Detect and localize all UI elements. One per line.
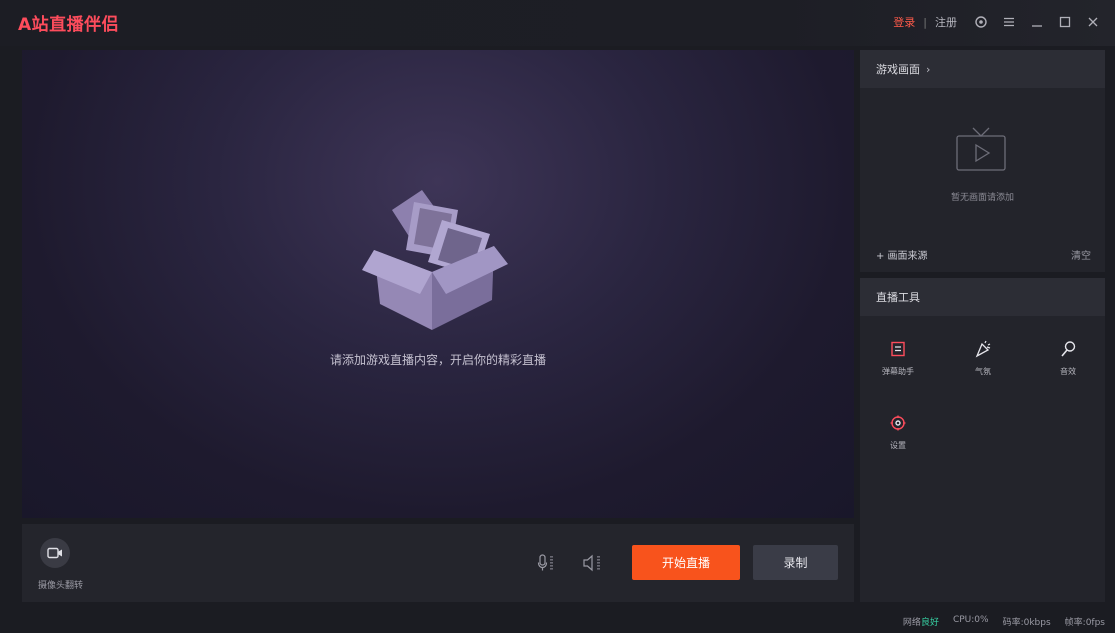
window-controls: 登录 | 注册 — [893, 12, 1103, 32]
preview-hint: 请添加游戏直播内容，开启你的精彩直播 — [329, 353, 546, 367]
network-status: 网络良好 — [902, 618, 939, 628]
fps-status: 帧率:0fps — [1064, 618, 1105, 628]
tool-danmaku[interactable]: 弹幕助手 — [870, 338, 926, 377]
party-popper-icon — [955, 338, 1011, 360]
record-button[interactable]: 录制 — [753, 545, 838, 580]
register-link[interactable]: 注册 — [935, 14, 957, 30]
menu-icon[interactable] — [999, 12, 1019, 32]
control-bar: 摄像头翻转 开始直播 录制 — [22, 524, 854, 602]
minimize-icon[interactable] — [1027, 12, 1047, 32]
add-source-button[interactable]: + 画面来源 — [876, 247, 928, 262]
status-info: 网络良好 CPU:0% 码率:0kbps 帧率:0fps — [903, 615, 1105, 628]
tool-atmosphere[interactable]: 气氛 — [955, 338, 1011, 377]
tool-settings[interactable]: 设置 — [870, 412, 926, 451]
speaker-icon — [583, 554, 600, 572]
start-live-button[interactable]: 开始直播 — [632, 545, 740, 580]
title-bar: A站直播伴侣 登录 | 注册 — [0, 0, 1115, 46]
tool-label: 气氛 — [975, 367, 991, 376]
separator: | — [923, 15, 927, 29]
login-link[interactable]: 登录 — [893, 14, 915, 30]
app-logo: A站直播伴侣 — [18, 15, 120, 35]
tool-label: 音效 — [1060, 367, 1076, 376]
maximize-icon[interactable] — [1055, 12, 1075, 32]
status-bar: 网络良好 CPU:0% 码率:0kbps 帧率:0fps — [0, 606, 1115, 633]
speaker-volume[interactable] — [582, 553, 606, 573]
microphone-icon — [537, 554, 553, 571]
clear-sources-button[interactable]: 清空 — [1071, 247, 1091, 262]
close-icon[interactable] — [1083, 12, 1103, 32]
camera-flip-label: 摄像头翻转 — [38, 581, 84, 591]
tools-panel: 直播工具 弹幕助手 气氛 音效 设置 — [860, 278, 1105, 602]
camera-icon — [47, 547, 62, 559]
preview-area: 请添加游戏直播内容，开启你的精彩直播 — [22, 50, 854, 518]
microphone-volume[interactable] — [537, 553, 559, 573]
camera-flip-button[interactable] — [40, 538, 70, 568]
cpu-status: CPU:0% — [952, 615, 989, 625]
tools-panel-title: 直播工具 — [876, 291, 920, 304]
tool-label: 弹幕助手 — [882, 367, 914, 376]
mic-icon — [1040, 338, 1096, 360]
tools-panel-header: 直播工具 — [860, 278, 1105, 316]
source-panel-header[interactable]: 游戏画面 › — [860, 50, 1105, 88]
source-empty-text: 暂无画面请添加 — [950, 193, 1014, 203]
tool-label: 设置 — [890, 441, 906, 450]
source-panel: 游戏画面 › 暂无画面请添加 + 画面来源 清空 — [860, 50, 1105, 272]
bitrate-status: 码率:0kbps — [1002, 618, 1051, 628]
chevron-right-icon[interactable]: › — [926, 63, 930, 76]
source-panel-title: 游戏画面 — [876, 63, 920, 76]
danmaku-icon — [870, 338, 926, 360]
tv-icon — [956, 127, 1006, 171]
open-box-illustration — [362, 190, 508, 330]
gear-icon[interactable] — [971, 12, 991, 32]
tool-sound-effect[interactable]: 音效 — [1040, 338, 1096, 377]
settings-icon — [870, 412, 926, 434]
